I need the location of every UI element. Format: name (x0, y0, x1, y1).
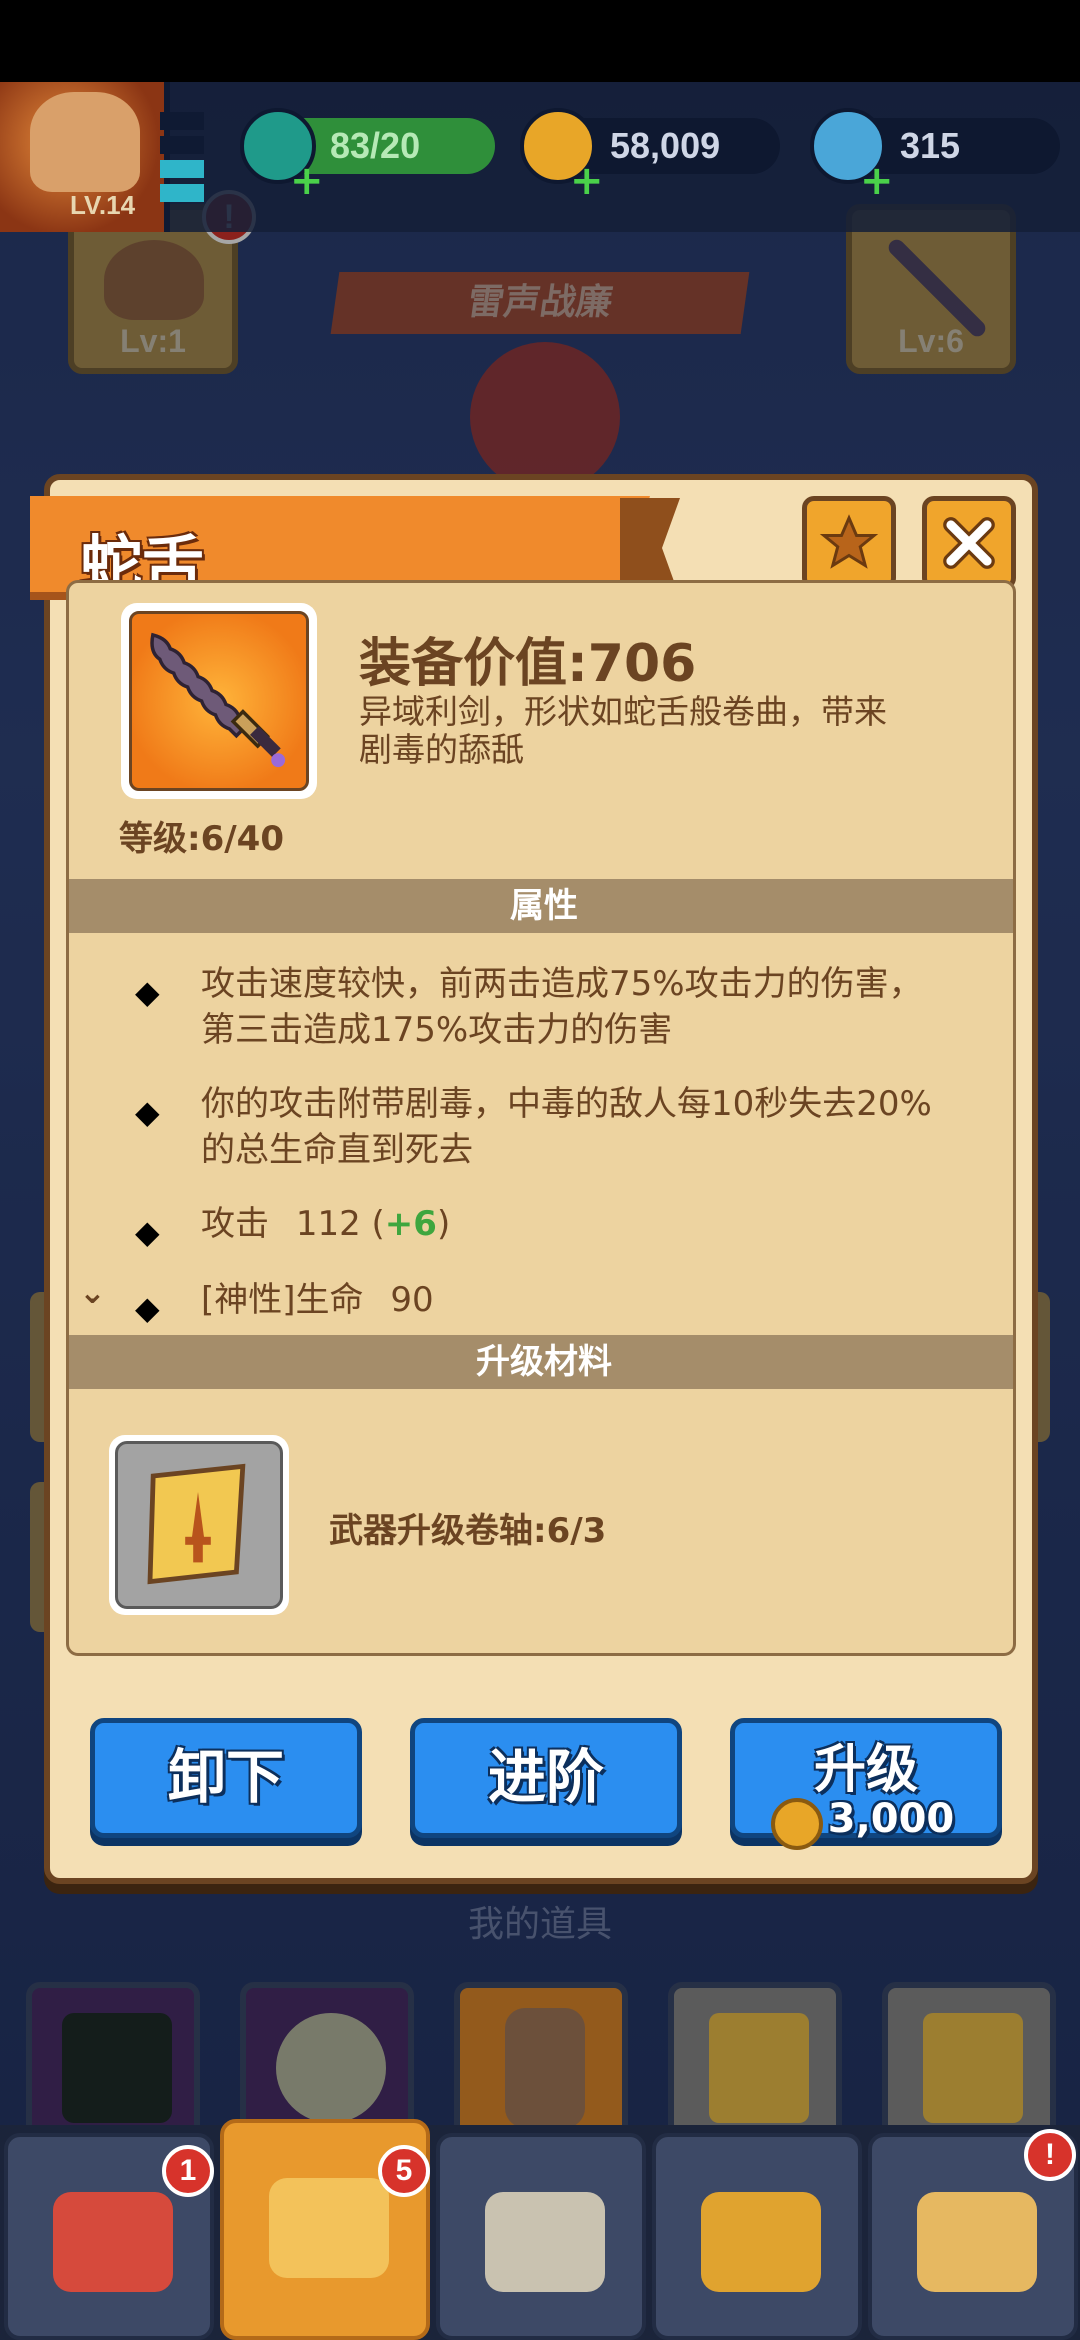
attribute-text: 攻击速度较快，前两击造成75%攻击力的伤害，第三击造成175%攻击力的伤害 (201, 964, 923, 1050)
upgrade-cost: 3,000 (735, 1796, 997, 1850)
gem-counter[interactable]: + 315 (810, 108, 1060, 204)
add-energy-icon[interactable]: + (290, 158, 324, 204)
chest-icon (53, 2192, 173, 2292)
chest-badge: 1 (162, 2145, 214, 2197)
top-hud: LV.14 + 83/20 + 58,009 + 315 (0, 82, 1080, 232)
attribute-text: 你的攻击附带剧毒，中毒的敌人每10秒失去20%的总生命直到死去 (201, 1084, 932, 1170)
modal-content: 等级:6/40 装备价值:706 异域利剑，形状如蛇舌般卷曲，带来剧毒的舔舐 属… (66, 580, 1016, 1656)
diamond-bullet-icon: ◆ (135, 1093, 160, 1131)
material-slot[interactable] (109, 1435, 289, 1615)
equip-value: 装备价值:706 (359, 634, 697, 694)
divine-hp-label: [神性]生命 (201, 1280, 364, 1320)
tab-battle[interactable] (436, 2133, 646, 2340)
attack-value: 112 (295, 1204, 361, 1244)
coin-value: 58,009 (610, 125, 721, 166)
attribute-item: ◆ [神性]生命 90 (135, 1277, 955, 1327)
energy-counter[interactable]: + 83/20 (240, 108, 495, 204)
cards-icon (917, 2192, 1037, 2292)
upgrade-cost-value: 3,000 (827, 1796, 955, 1842)
coin-counter[interactable]: + 58,009 (520, 108, 780, 204)
material-count: 武器升级卷轴:6/3 (329, 1511, 607, 1551)
xp-bar (160, 112, 204, 222)
star-icon (819, 514, 879, 569)
energy-value: 83/20 (330, 125, 421, 166)
unequip-button[interactable]: 卸下 (90, 1718, 362, 1838)
close-icon (943, 517, 995, 569)
item-detail-modal: 蛇舌 等级:6/40 装备价值:706 异域利剑，形状如蛇舌般卷曲，带来剧毒的舔… (30, 474, 1038, 1884)
player-avatar[interactable]: LV.14 (0, 82, 170, 232)
advance-button[interactable]: 进阶 (410, 1718, 682, 1838)
knight-helmet-icon (30, 92, 140, 192)
materials-header: 升级材料 (69, 1335, 1013, 1389)
close-button[interactable] (922, 496, 1016, 590)
divine-hp-value: 90 (390, 1280, 434, 1320)
coin-icon (771, 1798, 823, 1850)
helmet-icon (269, 2178, 389, 2278)
cards-badge: ! (1024, 2129, 1076, 2181)
crossed-swords-icon (485, 2192, 605, 2292)
equipment-badge: 5 (378, 2145, 430, 2197)
diamond-bullet-icon: ◆ (135, 1213, 160, 1251)
bottom-nav: 1 5 ! (0, 2119, 1080, 2340)
favorite-button[interactable] (802, 496, 896, 590)
attribute-item: ◆ 你的攻击附带剧毒，中毒的敌人每10秒失去20%的总生命直到死去 (135, 1081, 955, 1173)
upgrade-button[interactable]: 升级 3,000 (730, 1718, 1002, 1850)
diamond-bullet-icon: ◆ (135, 1289, 160, 1327)
attributes-header: 属性 (69, 879, 1013, 933)
attack-label: 攻击 (201, 1204, 269, 1244)
player-level: LV.14 (70, 190, 136, 220)
add-gem-icon[interactable]: + (860, 158, 894, 204)
attack-bonus: (+6) (371, 1204, 451, 1244)
diamond-bullet-icon: ◆ (135, 973, 160, 1011)
upgrade-label: 升级 (813, 1740, 918, 1800)
spellbook-icon (701, 2192, 821, 2292)
weapon-portrait (121, 603, 317, 799)
weapon-scroll-icon (147, 1463, 246, 1585)
serpent-sword-icon (150, 632, 286, 768)
item-level: 等级:6/40 (119, 819, 284, 859)
tab-skills[interactable] (652, 2133, 862, 2340)
add-coin-icon[interactable]: + (570, 158, 604, 204)
attribute-item: ◆ 攻击速度较快，前两击造成75%攻击力的伤害，第三击造成175%攻击力的伤害 (135, 961, 955, 1053)
item-description: 异域利剑，形状如蛇舌般卷曲，带来剧毒的舔舐 (359, 692, 887, 769)
gem-value: 315 (900, 125, 961, 166)
chevron-down-icon[interactable]: ⌄ (79, 1273, 106, 1311)
attribute-item: ◆ 攻击 112 (+6) (135, 1201, 955, 1251)
